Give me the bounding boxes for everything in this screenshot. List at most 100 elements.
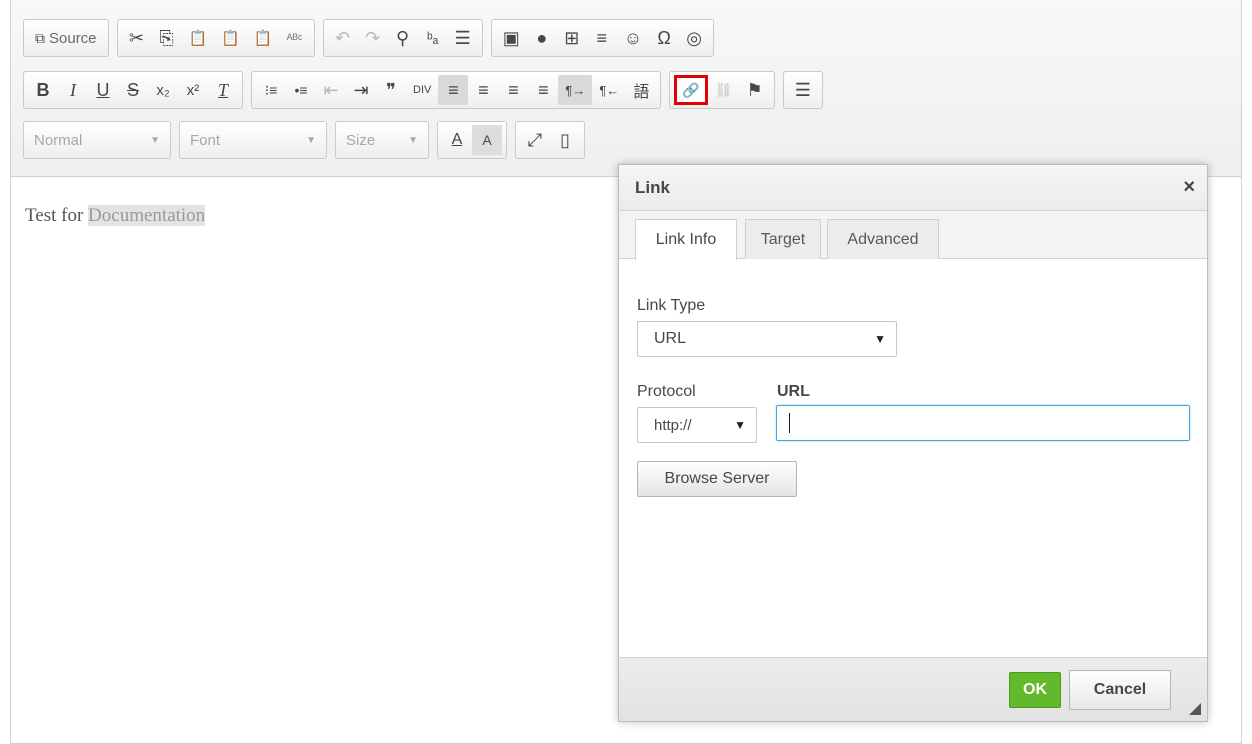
tab-link-info[interactable]: Link Info <box>635 219 737 260</box>
tab-advanced[interactable]: Advanced <box>827 219 939 259</box>
language-icon[interactable]: 語 <box>626 75 656 105</box>
tools-group: ⤢ ▯ <box>515 121 585 159</box>
paste-icon[interactable]: 📋 <box>182 23 215 53</box>
format-combo[interactable]: Normal ▼ <box>23 121 171 159</box>
link-type-value: URL <box>654 330 687 347</box>
bg-color-icon[interactable]: A <box>472 125 502 155</box>
document-group: ⧉ Source <box>23 19 109 57</box>
toolbar-row-3: Normal ▼ Font ▼ Size ▼ A A ⤢ ▯ <box>23 119 585 161</box>
chevron-down-icon: ▼ <box>150 134 160 146</box>
url-label: URL <box>777 383 810 400</box>
templates-icon[interactable]: ☰ <box>788 75 818 105</box>
horizontal-line-icon[interactable]: ≡ <box>587 23 617 53</box>
ok-button[interactable]: OK <box>1009 672 1061 708</box>
find-icon[interactable]: ⚲ <box>388 23 418 53</box>
copy-icon[interactable]: ⎘ <box>152 23 182 53</box>
paragraph-group: ⁝≡ •≡ ⇤ ⇥ ❞ DIV ≡ ≡ ≡ ≡ ¶→ ¶← 語 <box>251 71 662 109</box>
chevron-down-icon: ▼ <box>408 134 418 146</box>
protocol-select[interactable]: http:// ▼ <box>637 407 757 443</box>
content-text: Test for <box>25 205 89 226</box>
insert-group: ▣ ● ⊞ ≡ ☺ Ω ◎ <box>490 19 715 57</box>
format-combo-value: Normal <box>34 131 83 149</box>
iframe-icon[interactable]: ◎ <box>679 23 709 53</box>
flash-icon[interactable]: ● <box>527 23 557 53</box>
show-blocks-icon[interactable]: ▯ <box>550 125 580 155</box>
dialog-body: Link Type URL ▼ Protocol URL http:// ▼ B… <box>619 259 1207 657</box>
paste-word-icon[interactable]: 📋 <box>247 23 280 53</box>
strikethrough-icon[interactable]: S <box>118 75 148 105</box>
editor-toolbar: ⧉ Source ✂ ⎘ 📋 📋 📋 ᴬᴮᶜ ↶ ↷ ⚲ ᵇₐ ☰ ▣ ● ⊞ … <box>11 0 1241 177</box>
dialog-titlebar[interactable]: Link × <box>619 165 1207 211</box>
undo-icon[interactable]: ↶ <box>328 23 358 53</box>
redo-icon[interactable]: ↷ <box>358 23 388 53</box>
italic-icon[interactable]: I <box>58 75 88 105</box>
templates-group: ☰ <box>782 71 823 109</box>
editing-group: ↶ ↷ ⚲ ᵇₐ ☰ <box>322 19 483 57</box>
chevron-down-icon: ▼ <box>874 332 886 346</box>
align-left-icon[interactable]: ≡ <box>438 75 469 105</box>
paste-text-icon[interactable]: 📋 <box>214 23 247 53</box>
protocol-value: http:// <box>654 416 692 434</box>
div-icon[interactable]: DIV <box>406 75 438 105</box>
underline-icon[interactable]: U <box>88 75 118 105</box>
browse-server-button[interactable]: Browse Server <box>637 461 797 497</box>
table-icon[interactable]: ⊞ <box>557 23 587 53</box>
link-type-label: Link Type <box>637 297 706 314</box>
toolbar-row-1: ⧉ Source ✂ ⎘ 📋 📋 📋 ᴬᴮᶜ ↶ ↷ ⚲ ᵇₐ ☰ ▣ ● ⊞ … <box>23 17 715 59</box>
dialog-footer: OK Cancel <box>619 657 1207 721</box>
size-combo[interactable]: Size ▼ <box>335 121 429 159</box>
resize-handle-icon[interactable] <box>1189 703 1201 715</box>
colors-group: A A <box>437 121 507 159</box>
justify-icon[interactable]: ≡ <box>528 75 558 105</box>
anchor-icon[interactable]: ⚑ <box>740 75 770 105</box>
replace-icon[interactable]: ᵇₐ <box>418 23 448 53</box>
size-combo-value: Size <box>346 131 376 149</box>
source-label: Source <box>49 29 97 47</box>
bold-icon[interactable]: B <box>28 75 58 105</box>
cancel-button[interactable]: Cancel <box>1069 670 1171 710</box>
image-icon[interactable]: ▣ <box>496 23 527 53</box>
select-all-icon[interactable]: ☰ <box>448 23 478 53</box>
cut-icon[interactable]: ✂ <box>122 23 152 53</box>
font-combo[interactable]: Font ▼ <box>179 121 327 159</box>
link-dialog: Link × Link Info Target Advanced Link Ty… <box>618 164 1208 722</box>
spellcheck-icon[interactable]: ᴬᴮᶜ <box>280 23 310 53</box>
maximize-icon[interactable]: ⤢ <box>520 125 550 155</box>
ltr-icon[interactable]: ¶→ <box>558 75 593 105</box>
editor-content[interactable]: Test for Documentation <box>25 205 206 227</box>
basicstyles-group: B I U S x₂ x² T <box>23 71 243 109</box>
source-button[interactable]: ⧉ Source <box>28 23 104 53</box>
protocol-label: Protocol <box>637 383 696 400</box>
close-icon[interactable]: × <box>1183 176 1195 199</box>
chevron-down-icon: ▼ <box>306 134 316 146</box>
clipboard-group: ✂ ⎘ 📋 📋 📋 ᴬᴮᶜ <box>116 19 315 57</box>
outdent-icon[interactable]: ⇤ <box>316 75 346 105</box>
text-color-icon[interactable]: A <box>442 125 472 155</box>
link-type-select[interactable]: URL ▼ <box>637 321 897 357</box>
align-right-icon[interactable]: ≡ <box>498 75 528 105</box>
text-caret <box>789 413 790 433</box>
subscript-icon[interactable]: x₂ <box>148 75 178 105</box>
font-combo-value: Font <box>190 131 221 149</box>
blockquote-icon[interactable]: ❞ <box>376 75 406 105</box>
link-icon[interactable]: 🔗 <box>674 75 708 105</box>
selected-text: Documentation <box>88 205 206 226</box>
rtl-icon[interactable]: ¶← <box>592 75 626 105</box>
align-center-icon[interactable]: ≡ <box>468 75 498 105</box>
tab-target[interactable]: Target <box>745 219 821 259</box>
special-char-icon[interactable]: Ω <box>649 23 679 53</box>
dialog-title: Link <box>635 177 670 197</box>
toolbar-row-2: B I U S x₂ x² T ⁝≡ •≡ ⇤ ⇥ ❞ DIV ≡ ≡ ≡ ≡ … <box>23 69 823 111</box>
unlink-icon[interactable]: ⛓ <box>708 75 740 105</box>
dialog-tabs: Link Info Target Advanced <box>619 211 1207 260</box>
smiley-icon[interactable]: ☺ <box>617 23 649 53</box>
url-input[interactable] <box>776 405 1190 441</box>
numbered-list-icon[interactable]: ⁝≡ <box>256 75 286 105</box>
links-group: 🔗 ⛓ ⚑ <box>669 71 775 109</box>
remove-format-icon[interactable]: T <box>208 75 238 105</box>
source-icon: ⧉ <box>35 29 45 46</box>
indent-icon[interactable]: ⇥ <box>346 75 376 105</box>
chevron-down-icon: ▼ <box>734 418 746 432</box>
superscript-icon[interactable]: x² <box>178 75 208 105</box>
bulleted-list-icon[interactable]: •≡ <box>286 75 316 105</box>
